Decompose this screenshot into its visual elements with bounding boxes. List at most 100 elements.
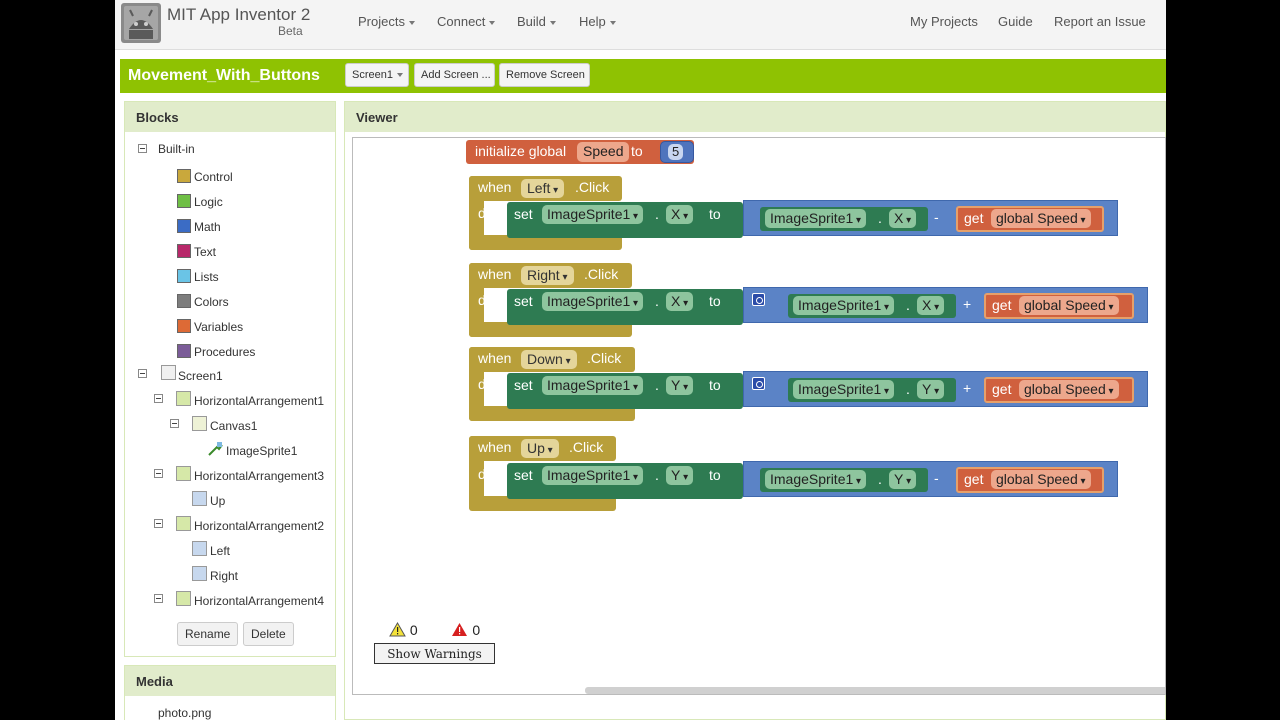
link-my-projects[interactable]: My Projects bbox=[910, 14, 978, 29]
sprite-y-getter-block[interactable]: ImageSprite1 . Y bbox=[788, 378, 956, 402]
menu-connect[interactable]: Connect bbox=[437, 14, 496, 29]
tree-item-builtin[interactable]: Built-in bbox=[158, 142, 195, 156]
get-label: get bbox=[992, 381, 1012, 397]
tree-item-imagesprite1[interactable]: ImageSprite1 bbox=[226, 444, 297, 458]
builtin-item-lists[interactable]: Lists bbox=[194, 270, 219, 284]
event-component-dropdown[interactable]: Down bbox=[521, 350, 577, 369]
mutator-gear-icon[interactable] bbox=[752, 377, 765, 390]
app-window: MIT App Inventor 2 Beta Projects Connect… bbox=[115, 0, 1166, 720]
rename-button[interactable]: Rename bbox=[177, 622, 239, 646]
property-dropdown[interactable]: X bbox=[917, 296, 945, 315]
collapse-ha4-toggle[interactable] bbox=[154, 594, 163, 603]
builtin-item-math[interactable]: Math bbox=[194, 220, 221, 234]
menu-build[interactable]: Build bbox=[517, 14, 556, 29]
tree-item-horizontal-arrangement2[interactable]: HorizontalArrangement2 bbox=[194, 519, 324, 533]
get-global-speed-block[interactable]: get global Speed bbox=[956, 467, 1104, 493]
tree-item-up[interactable]: Up bbox=[210, 494, 225, 508]
tree-item-horizontal-arrangement1[interactable]: HorizontalArrangement1 bbox=[194, 394, 324, 408]
component-dropdown[interactable]: ImageSprite1 bbox=[542, 466, 644, 485]
variable-dropdown[interactable]: global Speed bbox=[991, 470, 1091, 489]
property-dropdown[interactable]: Y bbox=[666, 376, 694, 395]
collapse-builtin-toggle[interactable] bbox=[138, 144, 147, 153]
variable-dropdown[interactable]: global Speed bbox=[1019, 296, 1119, 315]
link-guide[interactable]: Guide bbox=[998, 14, 1033, 29]
tree-item-horizontal-arrangement4[interactable]: HorizontalArrangement4 bbox=[194, 594, 324, 608]
app-inventor-logo-icon[interactable] bbox=[121, 3, 161, 43]
variable-dropdown[interactable]: global Speed bbox=[991, 209, 1091, 228]
minus-operator[interactable]: - bbox=[934, 470, 939, 486]
set-label: set bbox=[514, 467, 533, 483]
error-icon bbox=[452, 623, 468, 636]
remove-screen-button[interactable]: Remove Screen bbox=[499, 63, 590, 87]
show-warnings-button[interactable]: Show Warnings bbox=[374, 643, 495, 664]
event-component-dropdown[interactable]: Left bbox=[521, 179, 565, 198]
screen-select-button[interactable]: Screen1 bbox=[345, 63, 409, 87]
sprite-x-getter-block[interactable]: ImageSprite1 . X bbox=[788, 294, 956, 318]
variable-dropdown[interactable]: global Speed bbox=[1019, 380, 1119, 399]
component-dropdown[interactable]: ImageSprite1 bbox=[542, 205, 644, 224]
component-dropdown[interactable]: ImageSprite1 bbox=[542, 376, 644, 395]
workspace-horizontal-scrollbar[interactable] bbox=[585, 687, 1165, 694]
get-global-speed-block[interactable]: get global Speed bbox=[984, 377, 1134, 403]
set-x-block[interactable]: set ImageSprite1 . X to bbox=[507, 289, 743, 325]
delete-button[interactable]: Delete bbox=[243, 622, 294, 646]
add-block[interactable]: ImageSprite1 . X + get global Speed bbox=[743, 287, 1148, 323]
property-dropdown[interactable]: Y bbox=[917, 380, 945, 399]
property-dropdown[interactable]: X bbox=[666, 205, 694, 224]
builtin-item-control[interactable]: Control bbox=[194, 170, 233, 184]
tree-item-right[interactable]: Right bbox=[210, 569, 238, 583]
plus-operator[interactable]: + bbox=[963, 296, 971, 312]
add-screen-button[interactable]: Add Screen ... bbox=[414, 63, 495, 87]
component-dropdown[interactable]: ImageSprite1 bbox=[793, 380, 895, 399]
click-label: .Click bbox=[584, 266, 619, 282]
collapse-ha1-toggle[interactable] bbox=[154, 394, 163, 403]
initialize-global-block[interactable]: initialize global Speed to 5 bbox=[466, 140, 694, 164]
get-global-speed-block[interactable]: get global Speed bbox=[956, 206, 1104, 232]
property-dropdown[interactable]: Y bbox=[666, 466, 694, 485]
property-dropdown[interactable]: Y bbox=[889, 470, 917, 489]
number-field[interactable]: 5 bbox=[668, 144, 684, 160]
builtin-item-logic[interactable]: Logic bbox=[194, 195, 223, 209]
property-dropdown[interactable]: X bbox=[889, 209, 917, 228]
component-dropdown[interactable]: ImageSprite1 bbox=[765, 209, 867, 228]
media-item[interactable]: photo.png bbox=[158, 706, 211, 720]
collapse-ha3-toggle[interactable] bbox=[154, 469, 163, 478]
component-dropdown[interactable]: ImageSprite1 bbox=[542, 292, 644, 311]
tree-item-horizontal-arrangement3[interactable]: HorizontalArrangement3 bbox=[194, 469, 324, 483]
add-block[interactable]: ImageSprite1 . Y + get global Speed bbox=[743, 371, 1148, 407]
event-component-dropdown[interactable]: Right bbox=[521, 266, 574, 285]
tree-item-canvas1[interactable]: Canvas1 bbox=[210, 419, 257, 433]
plus-operator[interactable]: + bbox=[963, 380, 971, 396]
mutator-gear-icon[interactable] bbox=[752, 293, 765, 306]
get-global-speed-block[interactable]: get global Speed bbox=[984, 293, 1134, 319]
set-x-block[interactable]: set ImageSprite1 . X to bbox=[507, 202, 743, 238]
component-dropdown[interactable]: ImageSprite1 bbox=[793, 296, 895, 315]
collapse-ha2-toggle[interactable] bbox=[154, 519, 163, 528]
tree-item-left[interactable]: Left bbox=[210, 544, 230, 558]
builtin-item-text[interactable]: Text bbox=[194, 245, 216, 259]
category-color-swatch-icon bbox=[177, 269, 191, 283]
set-y-block[interactable]: set ImageSprite1 . Y to bbox=[507, 463, 743, 499]
blocks-workspace[interactable]: initialize global Speed to 5 when Left .… bbox=[352, 137, 1166, 695]
link-report-issue[interactable]: Report an Issue bbox=[1054, 14, 1146, 29]
collapse-screen1-toggle[interactable] bbox=[138, 369, 147, 378]
menu-projects[interactable]: Projects bbox=[358, 14, 415, 29]
property-dropdown[interactable]: X bbox=[666, 292, 694, 311]
minus-operator[interactable]: - bbox=[934, 209, 939, 225]
builtin-item-procedures[interactable]: Procedures bbox=[194, 345, 255, 359]
component-dropdown[interactable]: ImageSprite1 bbox=[765, 470, 867, 489]
collapse-canvas1-toggle[interactable] bbox=[170, 419, 179, 428]
chevron-down-icon bbox=[396, 73, 403, 78]
set-y-block[interactable]: set ImageSprite1 . Y to bbox=[507, 373, 743, 409]
event-component-dropdown[interactable]: Up bbox=[521, 439, 559, 458]
sprite-x-getter-block[interactable]: ImageSprite1 . X bbox=[760, 207, 928, 231]
builtin-item-variables[interactable]: Variables bbox=[194, 320, 243, 334]
menu-help[interactable]: Help bbox=[579, 14, 616, 29]
subtract-block[interactable]: ImageSprite1 . X - get global Speed bbox=[743, 200, 1118, 236]
builtin-item-colors[interactable]: Colors bbox=[194, 295, 229, 309]
variable-name-field[interactable]: Speed bbox=[577, 142, 630, 162]
sprite-y-getter-block[interactable]: ImageSprite1 . Y bbox=[760, 468, 928, 492]
do-label: do bbox=[478, 376, 494, 392]
subtract-block[interactable]: ImageSprite1 . Y - get global Speed bbox=[743, 461, 1118, 497]
tree-item-screen1[interactable]: Screen1 bbox=[178, 369, 223, 383]
